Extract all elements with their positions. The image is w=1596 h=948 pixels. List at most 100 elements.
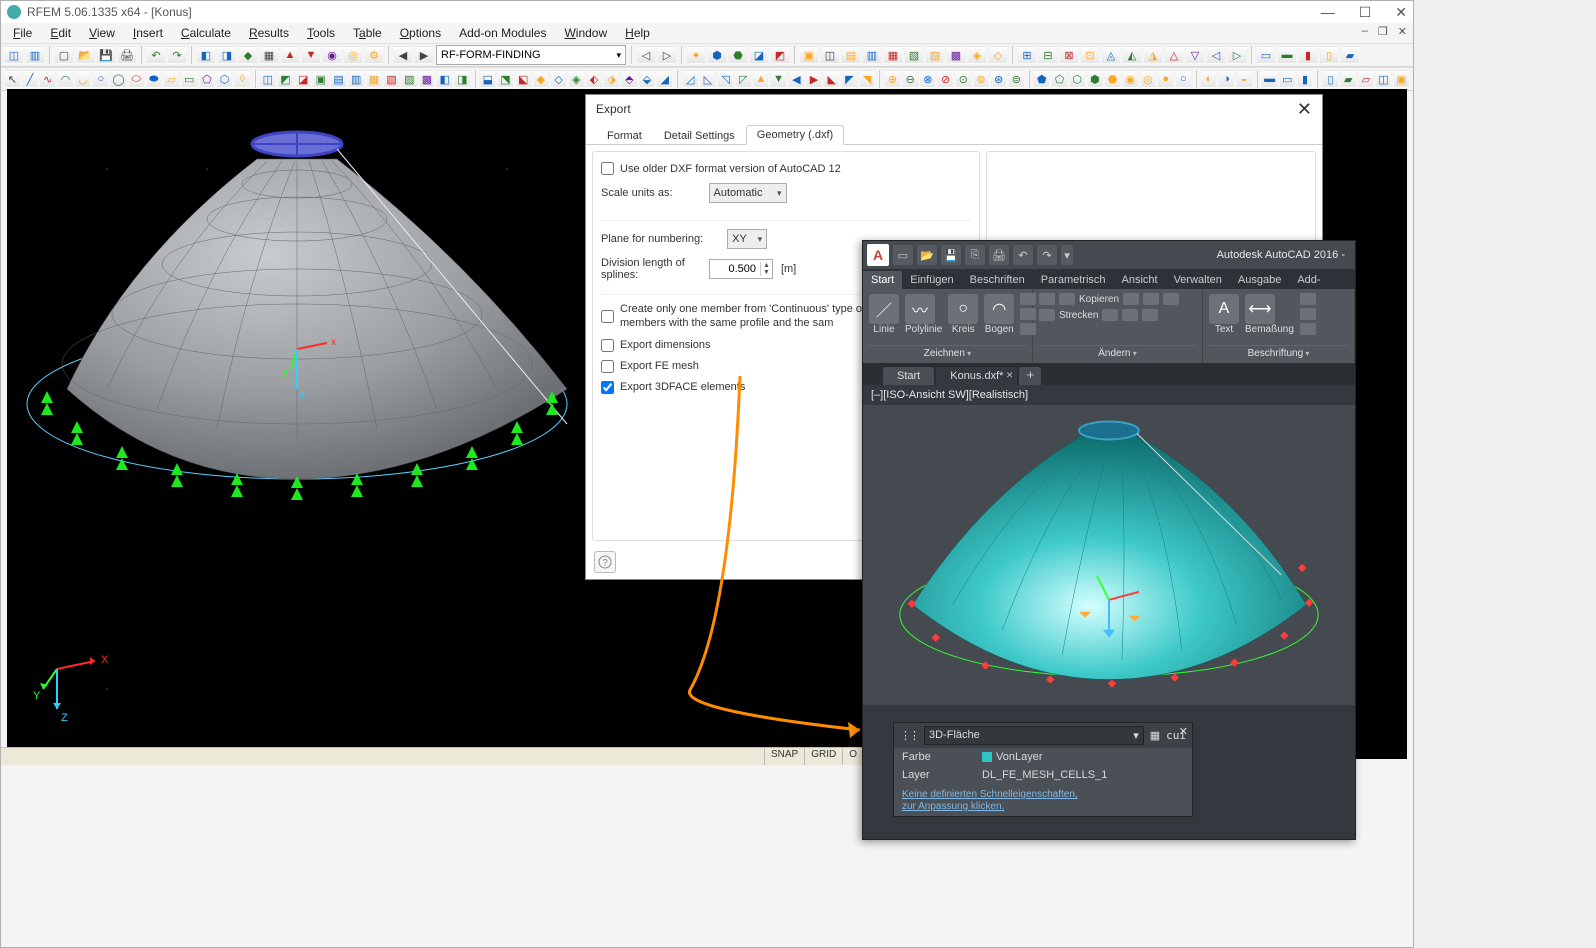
t2-a7-icon[interactable]: ◯	[111, 70, 126, 88]
tb-l3-icon[interactable]: ▮	[1299, 46, 1317, 64]
t2-g1-icon[interactable]: ◿	[683, 70, 698, 88]
t2-b5-icon[interactable]: ◊	[235, 70, 250, 88]
qat-save-icon[interactable]: 💾	[941, 245, 961, 265]
t2-c9-icon[interactable]: ▨	[402, 70, 417, 88]
t2-a4-icon[interactable]: ◠	[58, 70, 73, 88]
menu-edit[interactable]: Edit	[42, 24, 79, 42]
dimension-icon[interactable]: ⟷	[1245, 294, 1275, 324]
menu-calculate[interactable]: Calculate	[173, 24, 239, 42]
quick-props-pin-icon[interactable]: ▦	[1150, 729, 1160, 742]
file-tab-konus[interactable]: Konus.dxf*✕	[936, 367, 1017, 385]
tb-j4-icon[interactable]: ▥	[863, 46, 881, 64]
menu-tools[interactable]: Tools	[299, 24, 343, 42]
menu-file[interactable]: File	[5, 24, 40, 42]
qat-undo-icon[interactable]: ↶	[1013, 245, 1033, 265]
tb-undo-icon[interactable]: ↶	[147, 46, 165, 64]
t2-c7-icon[interactable]: ▦	[367, 70, 382, 88]
panel-title-annot[interactable]: Beschriftung	[1209, 345, 1348, 359]
t2-j3-icon[interactable]: ⬡	[1070, 70, 1085, 88]
minimize-button[interactable]: —	[1321, 4, 1335, 21]
t2-j6-icon[interactable]: ◉	[1123, 70, 1138, 88]
t2-e1-icon[interactable]: ⬓	[480, 70, 495, 88]
t2-j7-icon[interactable]: ◎	[1141, 70, 1156, 88]
scale-icon[interactable]	[1102, 309, 1118, 321]
quick-props-customize-link[interactable]: Keine definierten Schnelleigenschaften, …	[894, 784, 1192, 816]
t2-b2-icon[interactable]: ▭	[182, 70, 197, 88]
t2-i7-icon[interactable]: ⊛	[991, 70, 1006, 88]
t2-j1-icon[interactable]: ⬟	[1034, 70, 1049, 88]
autocad-logo-icon[interactable]: A	[867, 244, 889, 266]
status-snap[interactable]: SNAP	[764, 748, 804, 765]
t2-m1-icon[interactable]: ▯	[1323, 70, 1338, 88]
stretch-icon[interactable]	[1039, 309, 1055, 321]
tb-new2-icon[interactable]: ▢	[55, 46, 73, 64]
tb-ka-icon[interactable]: ◁	[1207, 46, 1225, 64]
t2-d2-icon[interactable]: ◧	[437, 70, 452, 88]
mirror-icon[interactable]	[1123, 293, 1139, 305]
qat-redo-icon[interactable]: ↷	[1037, 245, 1057, 265]
move-icon[interactable]	[1039, 293, 1055, 305]
acad-viewport[interactable]	[863, 405, 1355, 705]
menu-table[interactable]: Table	[345, 24, 390, 42]
menu-insert[interactable]: Insert	[125, 24, 171, 42]
tb-k3-icon[interactable]: ⊠	[1060, 46, 1078, 64]
t2-k1-icon[interactable]: ◐	[1201, 70, 1216, 88]
trim-icon[interactable]	[1163, 293, 1179, 305]
line-icon[interactable]: ／	[869, 294, 899, 324]
tb-l4-icon[interactable]: ▯	[1320, 46, 1338, 64]
mdi-close[interactable]: ✕	[1398, 25, 1407, 38]
tb-kb-icon[interactable]: ▷	[1228, 46, 1246, 64]
rtab-output[interactable]: Ausgabe	[1230, 271, 1289, 289]
tb-nav-next-icon[interactable]: ▷	[658, 46, 676, 64]
rtab-annotate[interactable]: Beschriften	[962, 271, 1033, 289]
t2-m2-icon[interactable]: ▰	[1341, 70, 1356, 88]
export-dialog-close-icon[interactable]: ✕	[1297, 99, 1312, 120]
close-button[interactable]: ✕	[1395, 4, 1407, 21]
tb-e-icon[interactable]: ▲	[281, 46, 299, 64]
acad-quick-properties[interactable]: ✕ ⋮⋮ 3D-Fläche ▾ ▦ cui Farbe VonLayer La…	[893, 722, 1193, 817]
annot-mini2-icon[interactable]	[1300, 308, 1316, 320]
t2-i1-icon[interactable]: ⊕	[885, 70, 900, 88]
t2-c4-icon[interactable]: ▣	[313, 70, 328, 88]
t2-m5-icon[interactable]: ▣	[1394, 70, 1409, 88]
t2-h2-icon[interactable]: ◥	[860, 70, 875, 88]
tb-i1-icon[interactable]: ✦	[687, 46, 705, 64]
mdi-min[interactable]: –	[1362, 25, 1368, 38]
t2-j9-icon[interactable]: ○	[1176, 70, 1191, 88]
panel-title-draw[interactable]: Zeichnen	[869, 345, 1026, 359]
prop-layer-value[interactable]: DL_FE_MESH_CELLS_1	[982, 769, 1107, 781]
export-dialog-title-bar[interactable]: Export ✕	[586, 95, 1322, 123]
t2-g2-icon[interactable]: ◺	[701, 70, 716, 88]
t2-m3-icon[interactable]: ▱	[1359, 70, 1374, 88]
tb-a-icon[interactable]: ◧	[197, 46, 215, 64]
t2-e3-icon[interactable]: ⬕	[516, 70, 531, 88]
t2-g4-icon[interactable]: ◸	[736, 70, 751, 88]
quick-props-type-select[interactable]: 3D-Fläche ▾	[924, 726, 1144, 745]
t2-g9-icon[interactable]: ◣	[824, 70, 839, 88]
rtab-manage[interactable]: Verwalten	[1166, 271, 1230, 289]
t2-h1-icon[interactable]: ◤	[842, 70, 857, 88]
tb-g-icon[interactable]: ◉	[323, 46, 341, 64]
t2-a1-icon[interactable]: ↖	[5, 70, 20, 88]
tab-geometry-dxf[interactable]: Geometry (.dxf)	[746, 125, 844, 145]
panel-title-modify[interactable]: Ändern	[1039, 345, 1196, 359]
tb-nav-prev-icon[interactable]: ◁	[637, 46, 655, 64]
tb-j8-icon[interactable]: ▩	[947, 46, 965, 64]
t2-f1-icon[interactable]: ⬙	[640, 70, 655, 88]
tb-j9-icon[interactable]: ◈	[968, 46, 986, 64]
tb-open-icon[interactable]: ▥	[26, 46, 44, 64]
loadcase-combo[interactable]: RF-FORM-FINDING ▾	[436, 45, 626, 65]
t2-c6-icon[interactable]: ▥	[349, 70, 364, 88]
tb-k2-icon[interactable]: ⊟	[1039, 46, 1057, 64]
t2-a8-icon[interactable]: ⬭	[129, 70, 144, 88]
t2-a3-icon[interactable]: ∿	[40, 70, 55, 88]
division-length-field[interactable]	[710, 263, 760, 275]
t2-d3-icon[interactable]: ◨	[455, 70, 470, 88]
text-icon[interactable]: A	[1209, 294, 1239, 324]
t2-b3-icon[interactable]: ⬠	[200, 70, 215, 88]
maximize-button[interactable]: ☐	[1359, 4, 1372, 21]
menu-help[interactable]: Help	[617, 24, 658, 42]
t2-i3-icon[interactable]: ⊗	[921, 70, 936, 88]
t2-b1-icon[interactable]: ▱	[164, 70, 179, 88]
t2-j5-icon[interactable]: ⬣	[1105, 70, 1120, 88]
